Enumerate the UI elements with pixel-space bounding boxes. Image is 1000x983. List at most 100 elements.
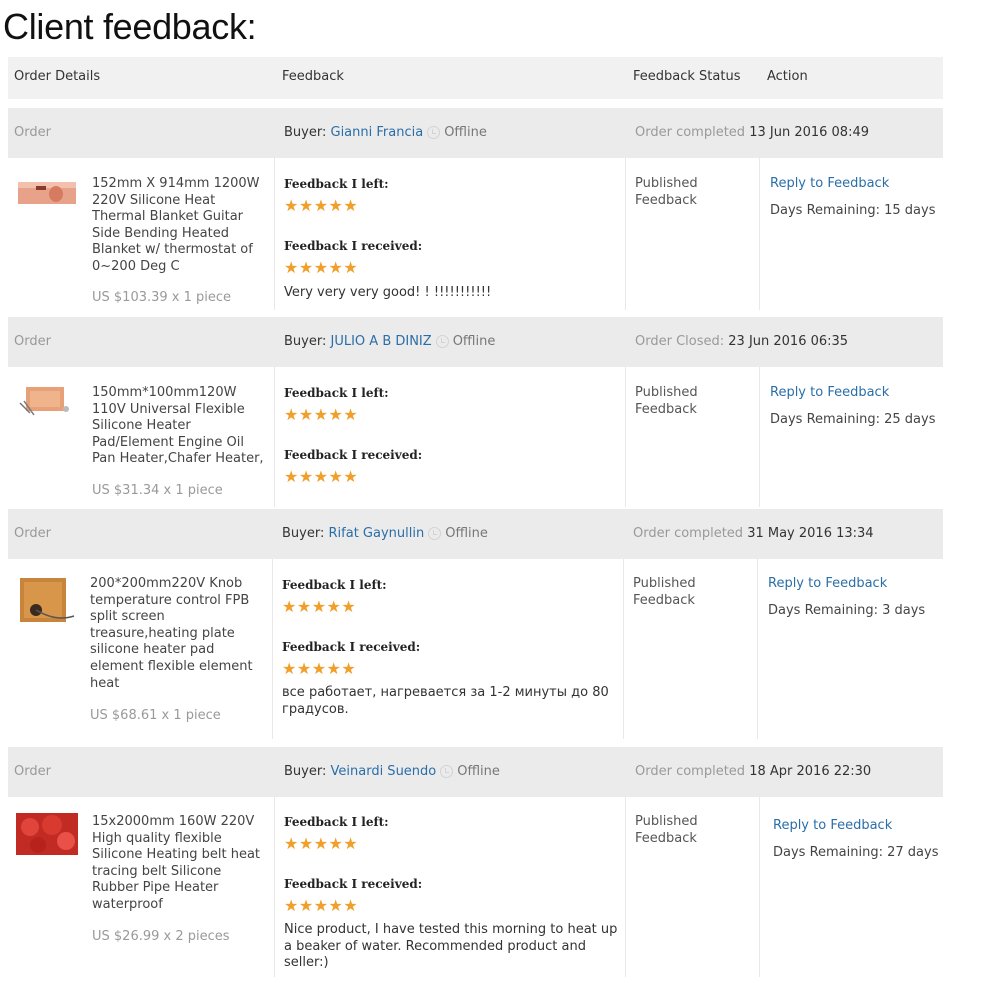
feedback-left-label: Feedback I left: (282, 578, 387, 592)
header-feedback: Feedback (282, 69, 344, 84)
buyer-label: Buyer: (282, 526, 325, 541)
column-divider (759, 797, 760, 977)
product-thumbnail[interactable] (16, 383, 78, 417)
product-price: US $103.39 x 1 piece (92, 290, 232, 305)
order-label: Order (14, 125, 51, 140)
reply-to-feedback-link[interactable]: Reply to Feedback (773, 818, 892, 833)
clock-icon (427, 126, 441, 139)
product-price: US $68.61 x 1 piece (90, 708, 221, 723)
feedback-left-label: Feedback I left: (284, 815, 389, 829)
offline-status: Offline (445, 526, 488, 541)
buyer-label: Buyer: (284, 764, 327, 779)
header-order-details: Order Details (14, 69, 101, 84)
product-title-link[interactable]: 200*200mm220V Knob temperature control F… (90, 576, 262, 692)
feedback-received-stars: ★★★★★ (284, 896, 359, 915)
feedback-left-label: Feedback I left: (284, 386, 389, 400)
product-thumbnail[interactable] (16, 176, 78, 210)
clock-icon (440, 765, 454, 778)
table-header: Order Details Feedback Feedback Status A… (8, 57, 943, 99)
feedback-received-label: Feedback I received: (284, 448, 423, 462)
order-bar: Order Buyer: Gianni Francia Offline Order… (8, 108, 943, 158)
order-bar: Order Buyer: Rifat Gaynullin Offline Orde… (8, 509, 943, 559)
days-remaining: Days Remaining: 3 days (768, 603, 926, 618)
buyer-label: Buyer: (284, 334, 327, 349)
buyer-name-link[interactable]: Veinardi Suendo (331, 764, 437, 779)
product-title-link[interactable]: 152mm X 914mm 1200W 220V Silicone Heat T… (92, 176, 264, 276)
days-remaining: Days Remaining: 15 days (770, 203, 936, 218)
order-status-label: Order completed (633, 526, 744, 541)
feedback-received-label: Feedback I received: (284, 239, 423, 253)
feedback-comment: Nice product, I have tested this morning… (284, 922, 618, 970)
column-divider (274, 797, 275, 977)
table-row: 152mm X 914mm 1200W 220V Silicone Heat T… (8, 158, 943, 310)
feedback-received-label: Feedback I received: (284, 877, 423, 891)
column-divider (274, 367, 275, 507)
feedback-status: Published Feedback (633, 576, 696, 608)
column-divider (759, 158, 760, 310)
buyer-name-link[interactable]: Gianni Francia (331, 125, 424, 140)
clock-icon (428, 527, 442, 540)
feedback-received-stars: ★★★★★ (284, 467, 359, 486)
days-remaining: Days Remaining: 27 days (773, 845, 939, 860)
order-status-date: 18 Apr 2016 22:30 (749, 764, 872, 779)
product-thumbnail[interactable] (16, 576, 78, 626)
offline-status: Offline (457, 764, 500, 779)
clock-icon (435, 335, 449, 348)
order-status: Order Closed: 23 Jun 2016 06:35 (635, 334, 848, 349)
feedback-comment: Very very very good! ! !!!!!!!!!!! (284, 285, 492, 300)
order-status-label: Order Closed: (635, 334, 725, 349)
reply-to-feedback-link[interactable]: Reply to Feedback (768, 576, 887, 591)
reply-to-feedback-link[interactable]: Reply to Feedback (770, 176, 889, 191)
feedback-left-stars: ★★★★★ (284, 196, 359, 215)
order-bar: Order Buyer: JULIO A B DINIZ Offline Orde… (8, 317, 943, 367)
order-status: Order completed 13 Jun 2016 08:49 (635, 125, 869, 140)
product-title-link[interactable]: 15x2000mm 160W 220V High quality flexibl… (92, 814, 264, 914)
column-divider (623, 559, 624, 739)
buyer-label: Buyer: (284, 125, 327, 140)
feedback-left-stars: ★★★★★ (284, 405, 359, 424)
feedback-left-stars: ★★★★★ (282, 597, 357, 616)
column-divider (757, 559, 758, 739)
order-status-label: Order completed (635, 125, 746, 140)
order-label: Order (14, 526, 51, 541)
order-status-date: 23 Jun 2016 06:35 (728, 334, 849, 349)
order-status-label: Order completed (635, 764, 746, 779)
product-thumbnail[interactable] (16, 813, 78, 855)
buyer-info: Buyer: JULIO A B DINIZ Offline (284, 334, 495, 349)
column-divider (759, 367, 760, 507)
buyer-info: Buyer: Rifat Gaynullin Offline (282, 526, 488, 541)
column-divider (625, 158, 626, 310)
product-price: US $26.99 x 2 pieces (92, 929, 230, 944)
reply-to-feedback-link[interactable]: Reply to Feedback (770, 385, 889, 400)
feedback-comment: все работает, нагревается за 1-2 минуты … (282, 685, 609, 717)
order-status-date: 31 May 2016 13:34 (747, 526, 874, 541)
column-divider (625, 367, 626, 507)
feedback-left-label: Feedback I left: (284, 177, 389, 191)
page-title: Client feedback: (3, 6, 257, 47)
days-remaining: Days Remaining: 25 days (770, 412, 936, 427)
table-row: 200*200mm220V Knob temperature control F… (8, 559, 943, 739)
offline-status: Offline (452, 334, 496, 349)
order-bar: Order Buyer: Veinardi Suendo Offline Orde… (8, 747, 943, 797)
table-row: 150mm*100mm120W 110V Universal Flexible … (8, 367, 943, 507)
header-feedback-status: Feedback Status (633, 69, 741, 84)
order-label: Order (14, 764, 51, 779)
buyer-name-link[interactable]: JULIO A B DINIZ (331, 334, 432, 349)
buyer-info: Buyer: Gianni Francia Offline (284, 125, 487, 140)
product-price: US $31.34 x 1 piece (92, 483, 223, 498)
feedback-received-label: Feedback I received: (282, 640, 421, 654)
offline-status: Offline (444, 125, 487, 140)
feedback-status: Published Feedback (635, 814, 698, 846)
column-divider (272, 559, 273, 739)
feedback-received-stars: ★★★★★ (284, 258, 359, 277)
buyer-name-link[interactable]: Rifat Gaynullin (329, 526, 425, 541)
feedback-status: Published Feedback (635, 176, 698, 208)
product-title-link[interactable]: 150mm*100mm120W 110V Universal Flexible … (92, 385, 264, 468)
order-status: Order completed 31 May 2016 13:34 (633, 526, 874, 541)
feedback-received-stars: ★★★★★ (282, 659, 357, 678)
order-status: Order completed 18 Apr 2016 22:30 (635, 764, 871, 779)
feedback-status: Published Feedback (635, 385, 698, 417)
column-divider (625, 797, 626, 977)
table-row: 15x2000mm 160W 220V High quality flexibl… (8, 797, 943, 977)
order-status-date: 13 Jun 2016 08:49 (749, 125, 870, 140)
